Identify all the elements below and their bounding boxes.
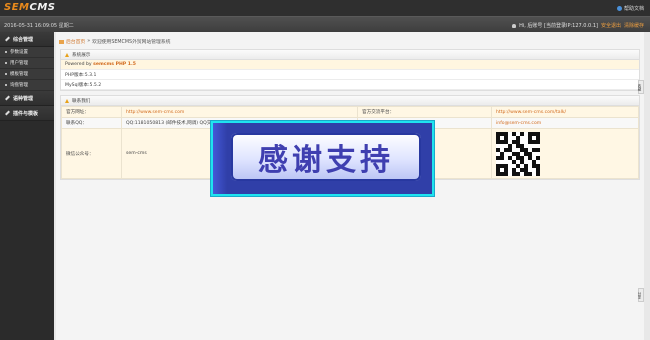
top-bar: SEMCMS 帮助文档 bbox=[0, 0, 650, 16]
breadcrumb-separator: » bbox=[87, 39, 91, 44]
sidebar-subitems: 参数设置 用户管理 模板管理 询盘管理 bbox=[0, 47, 54, 91]
pencil-icon bbox=[5, 36, 10, 42]
php-version-row: PHP版本:5.3.1 bbox=[61, 70, 639, 80]
sidebar-section-general[interactable]: 综合管理 bbox=[0, 32, 54, 47]
table-cell-label: 微信公众号： bbox=[61, 128, 122, 179]
system-panel: 系统展示 Powered by semcms PHP 1.5 PHP版本:5.3… bbox=[60, 49, 640, 91]
sidebar-section-label: 语种管理 bbox=[13, 95, 34, 102]
logo-part-cms: CMS bbox=[29, 2, 56, 13]
logo: SEMCMS bbox=[4, 2, 55, 13]
website-link[interactable]: http://www.sem-cms.com bbox=[121, 106, 358, 118]
sidebar-item-users[interactable]: 用户管理 bbox=[0, 58, 54, 69]
warning-icon bbox=[65, 52, 69, 57]
user-info: Hi, 后账号 [当前登录IP:127.0.0.1] 安全退出 清除缓存 bbox=[512, 22, 644, 29]
table-cell-label: 联系QQ： bbox=[61, 117, 122, 129]
contact-panel-header: 联系我们 bbox=[61, 96, 639, 106]
help-link[interactable]: 帮助文档 bbox=[616, 5, 644, 12]
table-cell-label: 官方网址： bbox=[61, 106, 122, 118]
thank-you-text: 感谢支持 bbox=[258, 143, 394, 178]
sidebar-section-label: 插件与模板 bbox=[13, 110, 39, 117]
mysql-version-row: MySql版本:5.5.2 bbox=[61, 80, 639, 90]
info-bar: 2016-05-31 16:09:05 星期二 Hi, 后账号 [当前登录IP:… bbox=[0, 16, 650, 32]
sidebar-item-params[interactable]: 参数设置 bbox=[0, 47, 54, 58]
logout-link[interactable]: 安全退出 bbox=[601, 22, 621, 29]
help-icon bbox=[616, 6, 622, 11]
user-icon bbox=[512, 23, 517, 28]
current-date: 2016-05-31 16:09:05 星期二 bbox=[4, 23, 74, 29]
system-panel-title: 系统展示 bbox=[72, 52, 91, 58]
email-link[interactable]: info@sem-cms.com bbox=[491, 117, 639, 129]
powered-prefix: Powered by bbox=[65, 62, 92, 67]
warning-icon bbox=[65, 98, 69, 103]
table-cell-label: 官方交流平台： bbox=[357, 106, 492, 118]
contact-panel-title: 联系我们 bbox=[72, 98, 91, 104]
clear-cache-link[interactable]: 清除缓存 bbox=[624, 22, 644, 29]
sidebar-section-languages[interactable]: 语种管理 bbox=[0, 91, 54, 106]
forum-link[interactable]: http://www.sem-cms.com/talk/ bbox=[491, 106, 639, 118]
breadcrumb: 后台首页 » 欢迎使用SEMCMS外贸网站管理系统 bbox=[59, 38, 170, 45]
qr-cell bbox=[491, 128, 639, 179]
powered-product: semcms PHP 1.5 bbox=[93, 62, 136, 67]
powered-row: Powered by semcms PHP 1.5 bbox=[61, 60, 639, 70]
logo-part-sem: SEM bbox=[4, 2, 30, 13]
sidebar-item-templates[interactable]: 模板管理 bbox=[0, 69, 54, 80]
sidebar: 综合管理 参数设置 用户管理 模板管理 询盘管理 语种管理 插件与模板 bbox=[0, 32, 54, 340]
thank-you-banner: 感谢支持 bbox=[211, 121, 434, 196]
favorite-tab[interactable]: 收藏 bbox=[638, 80, 644, 94]
sidebar-section-plugins[interactable]: 插件与模板 bbox=[0, 106, 54, 121]
pencil-icon bbox=[5, 95, 10, 101]
pencil-icon bbox=[5, 110, 10, 116]
system-panel-header: 系统展示 bbox=[61, 50, 639, 60]
sidebar-item-inquiries[interactable]: 询盘管理 bbox=[0, 80, 54, 91]
home-icon bbox=[59, 39, 64, 44]
breadcrumb-home-link[interactable]: 后台首页 bbox=[66, 38, 85, 45]
sidebar-section-label: 综合管理 bbox=[13, 36, 34, 43]
breadcrumb-current: 欢迎使用SEMCMS外贸网站管理系统 bbox=[92, 40, 171, 45]
share-tab[interactable]: 分享 bbox=[638, 288, 644, 302]
qr-code-image bbox=[496, 131, 540, 176]
table-row: 官方网址： http://www.sem-cms.com 官方交流平台： htt… bbox=[61, 106, 639, 118]
thank-you-box: 感谢支持 bbox=[231, 133, 421, 181]
help-label: 帮助文档 bbox=[623, 6, 644, 12]
user-text: Hi, 后账号 [当前登录IP:127.0.0.1] bbox=[519, 23, 598, 29]
